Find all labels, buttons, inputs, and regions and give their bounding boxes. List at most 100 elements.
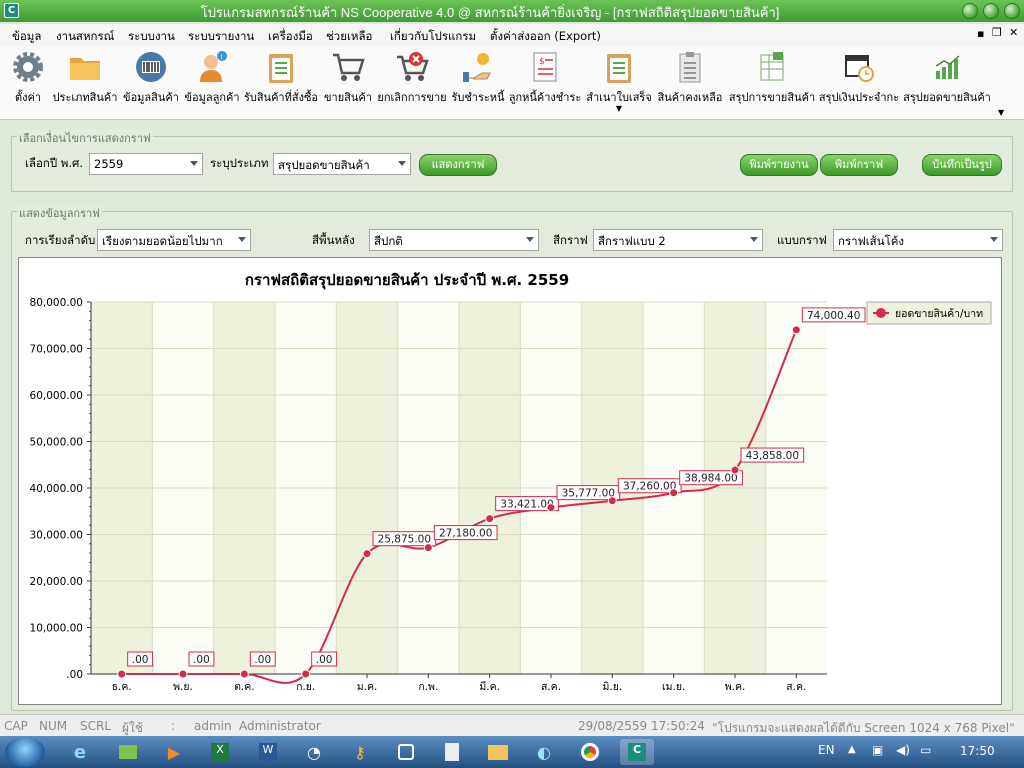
- status-cap: CAP: [4, 719, 28, 733]
- toolbar-stock-button[interactable]: สินค้าคงเหลือ: [655, 50, 725, 114]
- year-select[interactable]: 2559: [89, 153, 203, 175]
- sales-line-chart: กราฟสถิติสรุปยอดขายสินค้า ประจำปี พ.ศ. 2…: [30, 271, 992, 693]
- maximize-button[interactable]: [983, 3, 999, 19]
- toolbar-sales-chart-button[interactable]: สรุปยอดขายสินค้า: [902, 50, 992, 114]
- menu-export[interactable]: ตั้งค่าส่งออก (Export): [490, 28, 601, 46]
- minimize-button[interactable]: [962, 3, 978, 19]
- show-chart-button[interactable]: แสดงกราฟ: [419, 154, 497, 176]
- chevron-down-icon: [190, 161, 198, 166]
- sort-select[interactable]: เรียงตามยอดน้อยไปมาก: [97, 229, 251, 251]
- calendar-clock-icon: [842, 50, 876, 84]
- paint-icon[interactable]: ◔: [300, 739, 328, 765]
- status-user-name: Administrator: [239, 719, 321, 733]
- mdi-close-icon[interactable]: ✕: [1009, 26, 1018, 39]
- key-icon[interactable]: ⚷: [346, 739, 374, 765]
- chart-color-select[interactable]: สีกราฟแบบ 2: [593, 229, 763, 251]
- sort-label: การเรียงลำดับ: [25, 233, 96, 247]
- y-tick-label: 60,000.00: [30, 390, 83, 402]
- status-bar: CAP NUM SCRL ผู้ใช้ : admin Administrato…: [0, 714, 1024, 736]
- network-icon[interactable]: ▣: [872, 743, 883, 757]
- toolbar-sell-button[interactable]: ขายสินค้า: [322, 50, 374, 114]
- year-label: เลือกปี พ.ศ.: [25, 156, 83, 170]
- data-point: [117, 669, 127, 679]
- toolbar-receipt-copy-button[interactable]: สำเนาใบเสร็จ ▼: [585, 50, 653, 114]
- taskbar-clock[interactable]: 17:50: [960, 744, 995, 758]
- media-player-icon[interactable]: ▶: [160, 739, 188, 765]
- toolbar-cancel-sale-button[interactable]: ยกเลิกการขาย: [376, 50, 448, 114]
- status-scrl: SCRL: [80, 719, 112, 733]
- toolbar-category-button[interactable]: ประเภทสินค้า: [51, 50, 119, 114]
- start-button[interactable]: [5, 737, 45, 767]
- word-icon[interactable]: W: [254, 739, 282, 765]
- toolbar-scroll-arrow-icon[interactable]: ▼: [998, 108, 1004, 117]
- toolbar-products-button[interactable]: ข้อมูลสินค้า: [120, 50, 182, 114]
- toolbar-debtors-button[interactable]: $ ลูกหนี้ค้างชำระ: [507, 50, 583, 114]
- toolbar-sales-summary-button[interactable]: สรุปการขายสินค้า: [727, 50, 817, 114]
- legend-marker: [876, 308, 886, 318]
- data-label: .00: [132, 654, 149, 666]
- clipboard-icon: [264, 50, 298, 84]
- type-select[interactable]: สรุปยอดขายสินค้า: [273, 153, 411, 175]
- print-report-button[interactable]: พิมพ์รายงาน: [740, 154, 818, 176]
- toolbar-settings-button[interactable]: ตั้งค่า: [6, 50, 50, 114]
- receipt-icon: [602, 50, 636, 84]
- background-color-select[interactable]: สีปกติ: [369, 229, 539, 251]
- notepad-icon[interactable]: [438, 739, 466, 765]
- menu-cooperative[interactable]: งานสหกรณ์: [56, 28, 114, 46]
- menu-about[interactable]: เกี่ยวกับโปรแกรม: [390, 28, 476, 46]
- close-button[interactable]: [1004, 3, 1020, 19]
- toolbar-shift-summary-button[interactable]: สรุปเงินประจำกะ: [818, 50, 900, 114]
- ns-cooperative-taskbar-icon[interactable]: C: [620, 739, 654, 765]
- mdi-minimize-icon[interactable]: ▪: [977, 27, 984, 40]
- status-num: NUM: [39, 719, 68, 733]
- toolbar-customers-button[interactable]: i ข้อมูลลูกค้า: [183, 50, 241, 114]
- data-label: 43,858.00: [746, 450, 799, 462]
- x-tick-label: ก.ย.: [296, 681, 315, 693]
- data-label: 37,260.00: [623, 481, 676, 493]
- chrome-icon[interactable]: [576, 739, 604, 765]
- x-tick-label: ส.ค.: [786, 681, 806, 693]
- toolbar-receive-button[interactable]: รับสินค้าที่สั่งซื้อ: [242, 50, 320, 114]
- folder-taskbar-icon[interactable]: [484, 739, 512, 765]
- mdi-restore-icon[interactable]: ❐: [992, 26, 1002, 39]
- chevron-down-icon: [398, 161, 406, 166]
- dropdown-arrow-icon[interactable]: ▼: [585, 105, 653, 113]
- camera-icon[interactable]: [392, 739, 420, 765]
- payment-icon: [461, 50, 495, 84]
- menu-help[interactable]: ช่วยเหลือ: [326, 28, 372, 46]
- ie-icon[interactable]: e: [66, 739, 94, 765]
- menu-reports[interactable]: ระบบรายงาน: [188, 28, 254, 46]
- menu-tools[interactable]: เครื่องมือ: [268, 28, 313, 46]
- x-tick-label: พ.ย.: [173, 681, 193, 693]
- volume-icon[interactable]: ◀): [896, 743, 910, 757]
- toolbar-debt-payment-button[interactable]: รับชำระหนี้: [449, 50, 507, 114]
- data-label: 74,000.40: [807, 310, 860, 322]
- toolbar: ตั้งค่า ประเภทสินค้า ข้อมูลสินค้า i ข้อม…: [0, 46, 1024, 120]
- menu-data[interactable]: ข้อมูล: [12, 28, 41, 46]
- chevron-down-icon: [238, 237, 246, 242]
- display-icon[interactable]: ▭: [920, 743, 931, 757]
- data-point: [485, 514, 495, 524]
- excel-icon[interactable]: X: [206, 739, 234, 765]
- data-point: [301, 669, 311, 679]
- y-tick-label: 10,000.00: [30, 623, 83, 635]
- title-bar: C โปรแกรมสหกรณ์ร้านค้า NS Cooperative 4.…: [0, 0, 1024, 22]
- data-label: .00: [254, 654, 271, 666]
- language-indicator[interactable]: EN: [818, 743, 835, 757]
- svg-text:$: $: [539, 57, 545, 67]
- y-tick-label: 30,000.00: [30, 530, 83, 542]
- tray-expand-icon[interactable]: ▲: [848, 744, 856, 755]
- x-tick-label: ก.พ.: [418, 681, 438, 693]
- type-label: ระบุประเภท: [210, 156, 269, 170]
- gear-icon: [11, 50, 45, 84]
- save-image-button[interactable]: บันทึกเป็นรูป: [922, 154, 1002, 176]
- menu-system[interactable]: ระบบงาน: [128, 28, 175, 46]
- chart-type-select[interactable]: กราฟเส้นโค้ง: [833, 229, 1003, 251]
- explorer-icon[interactable]: [114, 739, 142, 765]
- menu-bar: ข้อมูล งานสหกรณ์ ระบบงาน ระบบรายงาน เครื…: [0, 24, 1024, 46]
- app-taskbar-icon[interactable]: ◐: [530, 739, 558, 765]
- stock-icon: [673, 50, 707, 84]
- chart-type-label: แบบกราฟ: [777, 233, 827, 247]
- print-chart-button[interactable]: พิมพ์กราฟ: [820, 154, 898, 176]
- legend-label: ยอดขายสินค้า/บาท: [895, 308, 983, 320]
